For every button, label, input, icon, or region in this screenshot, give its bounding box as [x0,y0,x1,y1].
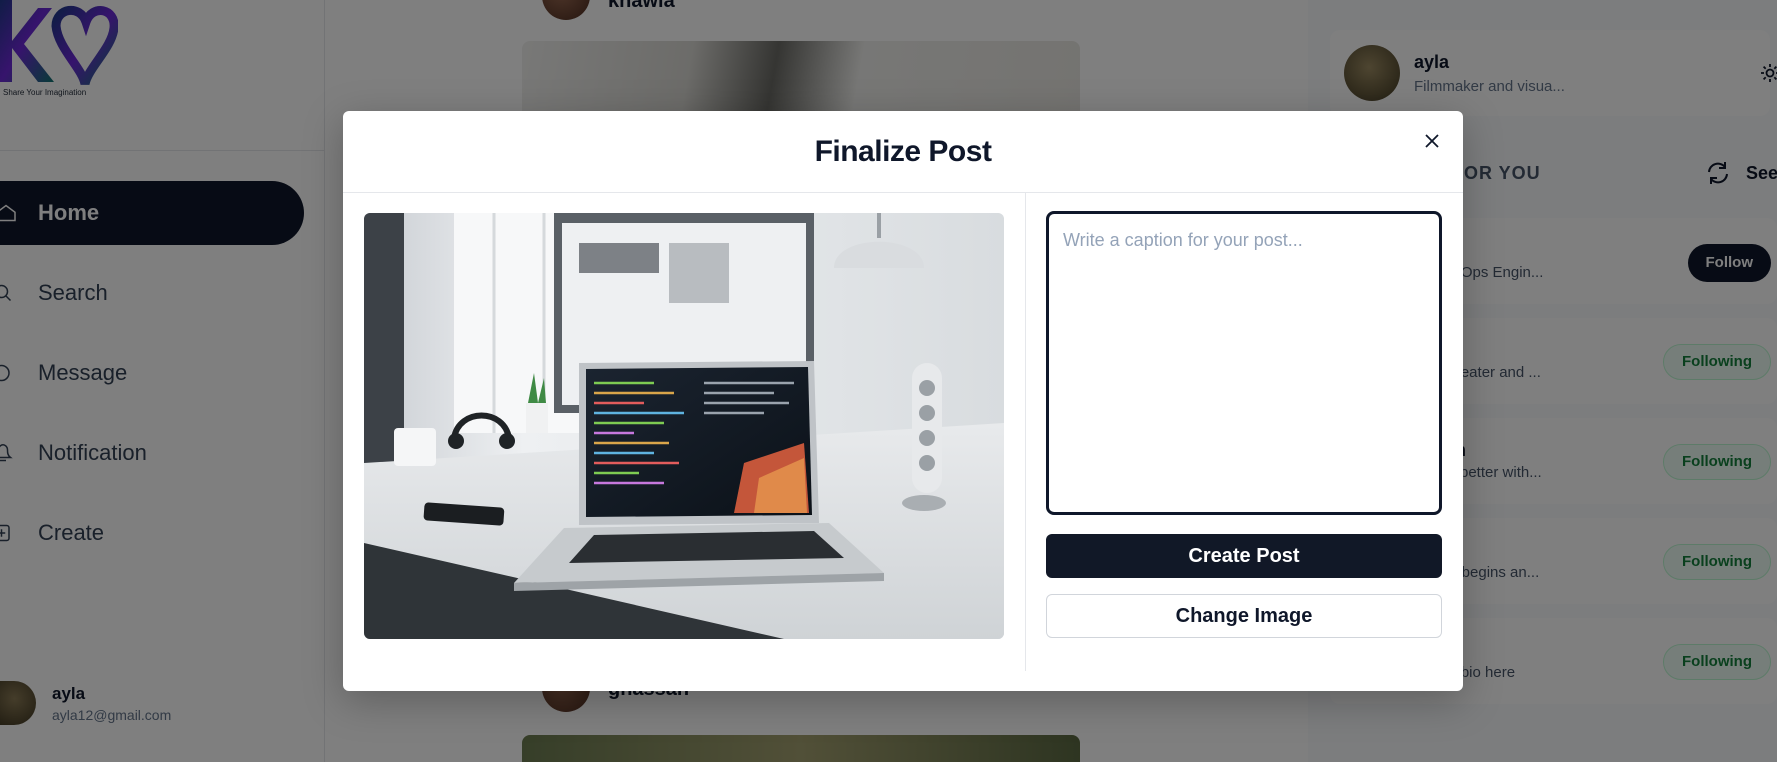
modal-header: Finalize Post [343,111,1463,193]
modal-divider [1025,193,1026,671]
caption-input[interactable] [1046,211,1442,515]
modal-title: Finalize Post [814,134,992,168]
create-post-button[interactable]: Create Post [1046,534,1442,578]
post-image-preview [364,213,1004,639]
close-icon [1425,134,1439,148]
close-button[interactable] [1420,129,1444,153]
finalize-post-modal: Finalize Post Write a caption for your p… [343,111,1463,691]
change-image-button[interactable]: Change Image [1046,594,1442,638]
